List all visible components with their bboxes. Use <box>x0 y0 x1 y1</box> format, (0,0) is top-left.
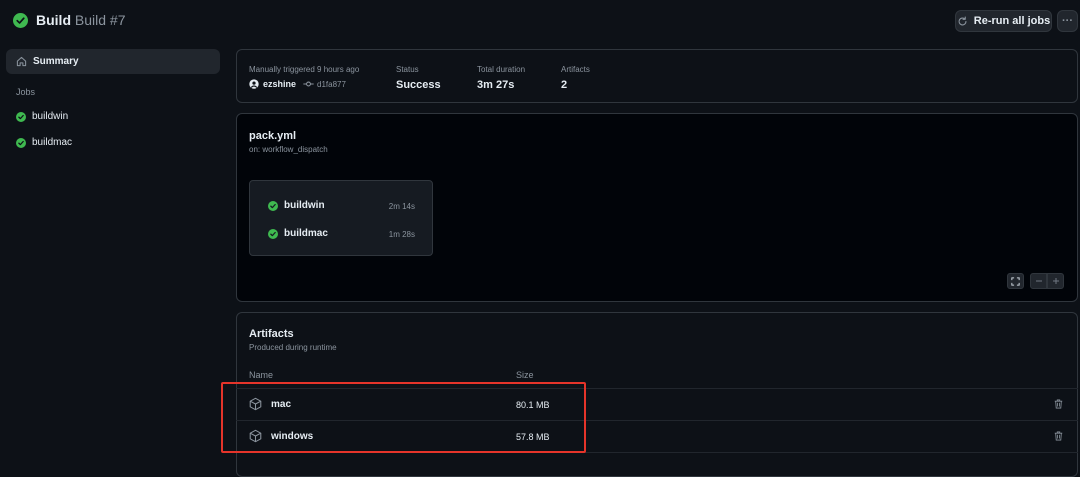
workflow-name: Build <box>36 12 71 28</box>
success-icon <box>268 228 278 239</box>
page-title: Build Build #7 <box>36 12 125 28</box>
run-name: Build #7 <box>74 12 126 28</box>
success-icon <box>268 200 278 211</box>
graph-job-duration: 2m 14s <box>388 202 415 211</box>
column-header-name: Name <box>249 370 274 380</box>
zoom-out-button[interactable] <box>1030 273 1047 289</box>
jobs-heading: Jobs <box>16 87 36 97</box>
sidebar-item-summary[interactable]: Summary <box>6 49 220 74</box>
artifacts-subtitle: Produced during runtime <box>249 343 337 352</box>
column-header-size: Size <box>516 370 534 380</box>
artifacts-count-label: Artifacts <box>561 65 590 74</box>
graph-job-buildmac[interactable]: buildmac <box>268 228 328 239</box>
run-summary-card: Manually triggered 9 hours ago ezshine d… <box>236 49 1078 103</box>
run-status-icon <box>13 13 28 28</box>
kebab-icon: ··· <box>1062 15 1073 27</box>
rerun-label: Re-run all jobs <box>973 15 1051 27</box>
more-options-button[interactable]: ··· <box>1057 10 1078 32</box>
artifacts-count-value[interactable]: 2 <box>561 79 567 91</box>
trigger-text: Manually triggered 9 hours ago <box>249 65 360 74</box>
duration-value: 3m 27s <box>477 79 515 91</box>
commit-icon <box>303 80 314 88</box>
success-icon <box>16 137 26 148</box>
actor-link[interactable]: ezshine <box>263 79 296 89</box>
highlight-box <box>221 382 586 453</box>
rerun-all-jobs-button[interactable]: Re-run all jobs <box>955 10 1052 32</box>
job-graph-group: buildwin 2m 14s buildmac 1m 28s <box>249 180 433 256</box>
actor-row: ezshine d1fa877 <box>249 79 346 89</box>
graph-job-buildwin[interactable]: buildwin <box>268 200 325 211</box>
graph-job-duration: 1m 28s <box>388 230 415 239</box>
trash-icon[interactable] <box>1054 431 1063 441</box>
duration-label: Total duration <box>477 65 526 74</box>
rerun-icon <box>957 15 968 27</box>
sidebar-item-buildwin[interactable]: buildwin <box>16 111 68 122</box>
workflow-trigger: on: workflow_dispatch <box>249 145 328 154</box>
zoom-in-button[interactable] <box>1047 273 1064 289</box>
commit-link[interactable]: d1fa877 <box>317 80 346 89</box>
sidebar-summary-label: Summary <box>33 56 79 67</box>
sidebar-job-label: buildmac <box>32 137 73 148</box>
sidebar-item-buildmac[interactable]: buildmac <box>16 137 72 148</box>
trash-icon[interactable] <box>1054 399 1063 409</box>
fullscreen-icon <box>1011 276 1020 286</box>
workflow-file-name: pack.yml <box>249 130 297 142</box>
status-value: Success <box>396 79 441 91</box>
graph-job-label: buildwin <box>284 200 325 211</box>
success-icon <box>16 111 26 122</box>
artifacts-title: Artifacts <box>249 328 294 340</box>
plus-icon <box>1052 277 1060 285</box>
minus-icon <box>1035 277 1043 285</box>
graph-job-label: buildmac <box>284 228 328 239</box>
sidebar-job-label: buildwin <box>32 111 69 122</box>
home-icon <box>16 56 27 67</box>
avatar <box>249 79 259 89</box>
fullscreen-button[interactable] <box>1007 273 1024 289</box>
status-label: Status <box>396 65 419 74</box>
